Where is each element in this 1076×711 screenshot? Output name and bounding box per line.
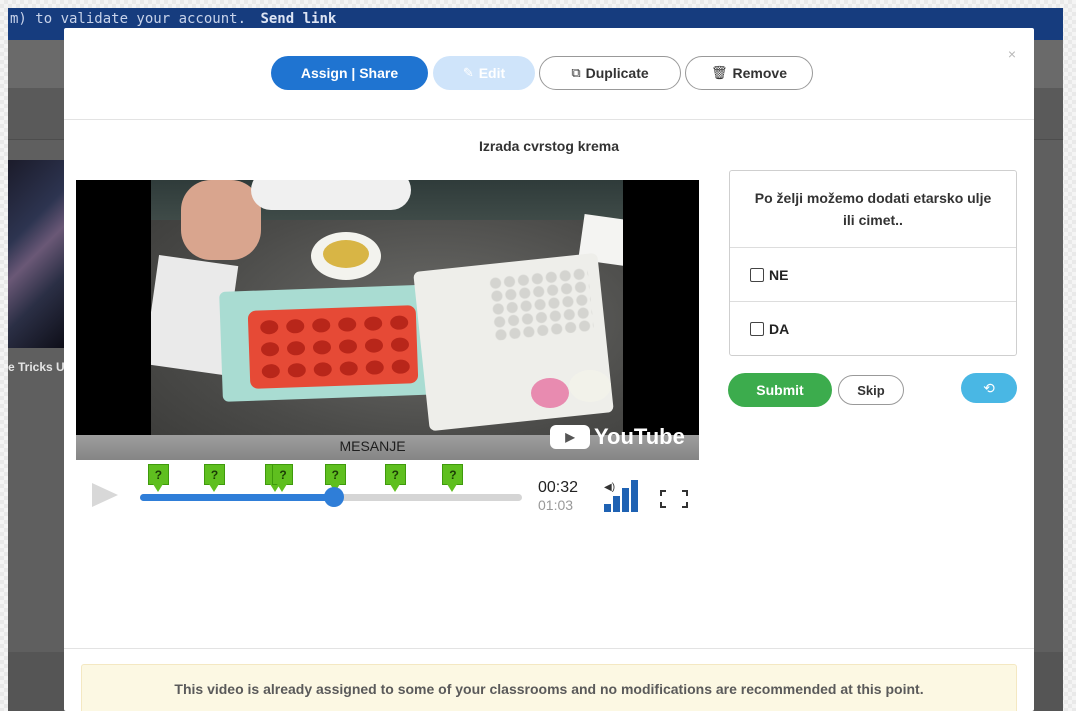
trash-icon: 🗑 xyxy=(711,65,728,80)
question-panel: Po želji možemo dodati etarsko ulje ili … xyxy=(729,170,1017,356)
copy-icon: ⧉ xyxy=(571,65,581,80)
underlying-video-caption: e Tricks U xyxy=(8,360,64,374)
skip-button[interactable]: Skip xyxy=(838,375,904,405)
youtube-logo[interactable]: ▶ YouTube xyxy=(550,424,685,450)
submit-button[interactable]: Submit xyxy=(728,373,832,407)
remove-button[interactable]: 🗑 Remove xyxy=(685,56,813,90)
video-title: Izrada cvrstog krema xyxy=(478,138,620,154)
checkbox[interactable] xyxy=(750,322,764,336)
pencil-icon: ✎ xyxy=(462,65,474,80)
send-link[interactable]: Send link xyxy=(260,11,336,27)
youtube-wordmark: YouTube xyxy=(594,424,685,449)
underlying-video-thumbnail xyxy=(8,160,64,348)
assign-share-label: Assign | Share xyxy=(300,65,399,81)
video-modal: Assign | Share ✎ Edit ⧉ Duplicate 🗑 Remo… xyxy=(64,28,1034,711)
undo-icon[interactable]: ⟲ xyxy=(961,373,1017,403)
checkbox[interactable] xyxy=(750,267,764,282)
duplicate-label: Duplicate xyxy=(585,65,649,81)
play-icon[interactable] xyxy=(92,483,118,507)
video-frame xyxy=(151,180,623,435)
option-label: NE xyxy=(769,266,789,283)
video-player[interactable]: MESANJE ▶ YouTube xyxy=(76,180,699,460)
question-marker[interactable]: ? xyxy=(147,464,169,492)
option-da[interactable]: DA xyxy=(730,302,1016,356)
total-time: 01:03 xyxy=(538,497,574,513)
question-text: Po želji možemo dodati etarsko ulje ili … xyxy=(730,171,1016,248)
assign-share-button[interactable]: Assign | Share xyxy=(271,56,428,90)
current-time: 00:32 xyxy=(538,479,579,496)
progress-handle[interactable] xyxy=(324,487,345,507)
question-marker[interactable]: ? xyxy=(204,464,226,492)
duplicate-button[interactable]: ⧉ Duplicate xyxy=(539,56,681,90)
youtube-play-icon: ▶ xyxy=(550,425,590,449)
speaker-icon: ◀) xyxy=(604,482,616,493)
validation-text: m) to validate your account. xyxy=(10,11,247,27)
option-ne[interactable]: NE xyxy=(730,248,1016,302)
close-icon[interactable]: × xyxy=(1008,46,1016,62)
assigned-notice: This video is already assigned to some o… xyxy=(81,664,1017,711)
question-marker[interactable]: ? xyxy=(324,464,346,492)
footer-divider xyxy=(64,648,1034,649)
question-marker[interactable]: ? xyxy=(442,464,464,492)
question-marker[interactable]: ? xyxy=(384,464,406,492)
progress-fill xyxy=(140,494,335,501)
volume-control[interactable]: ◀) xyxy=(602,480,646,512)
edit-label: Edit xyxy=(478,65,506,81)
option-label: DA xyxy=(769,321,790,337)
remove-label: Remove xyxy=(732,65,787,81)
question-marker[interactable]: ? xyxy=(272,464,294,492)
modal-header: Assign | Share ✎ Edit ⧉ Duplicate 🗑 Remo… xyxy=(64,28,1034,120)
edit-button[interactable]: ✎ Edit xyxy=(433,56,535,90)
fullscreen-icon[interactable] xyxy=(660,490,688,508)
